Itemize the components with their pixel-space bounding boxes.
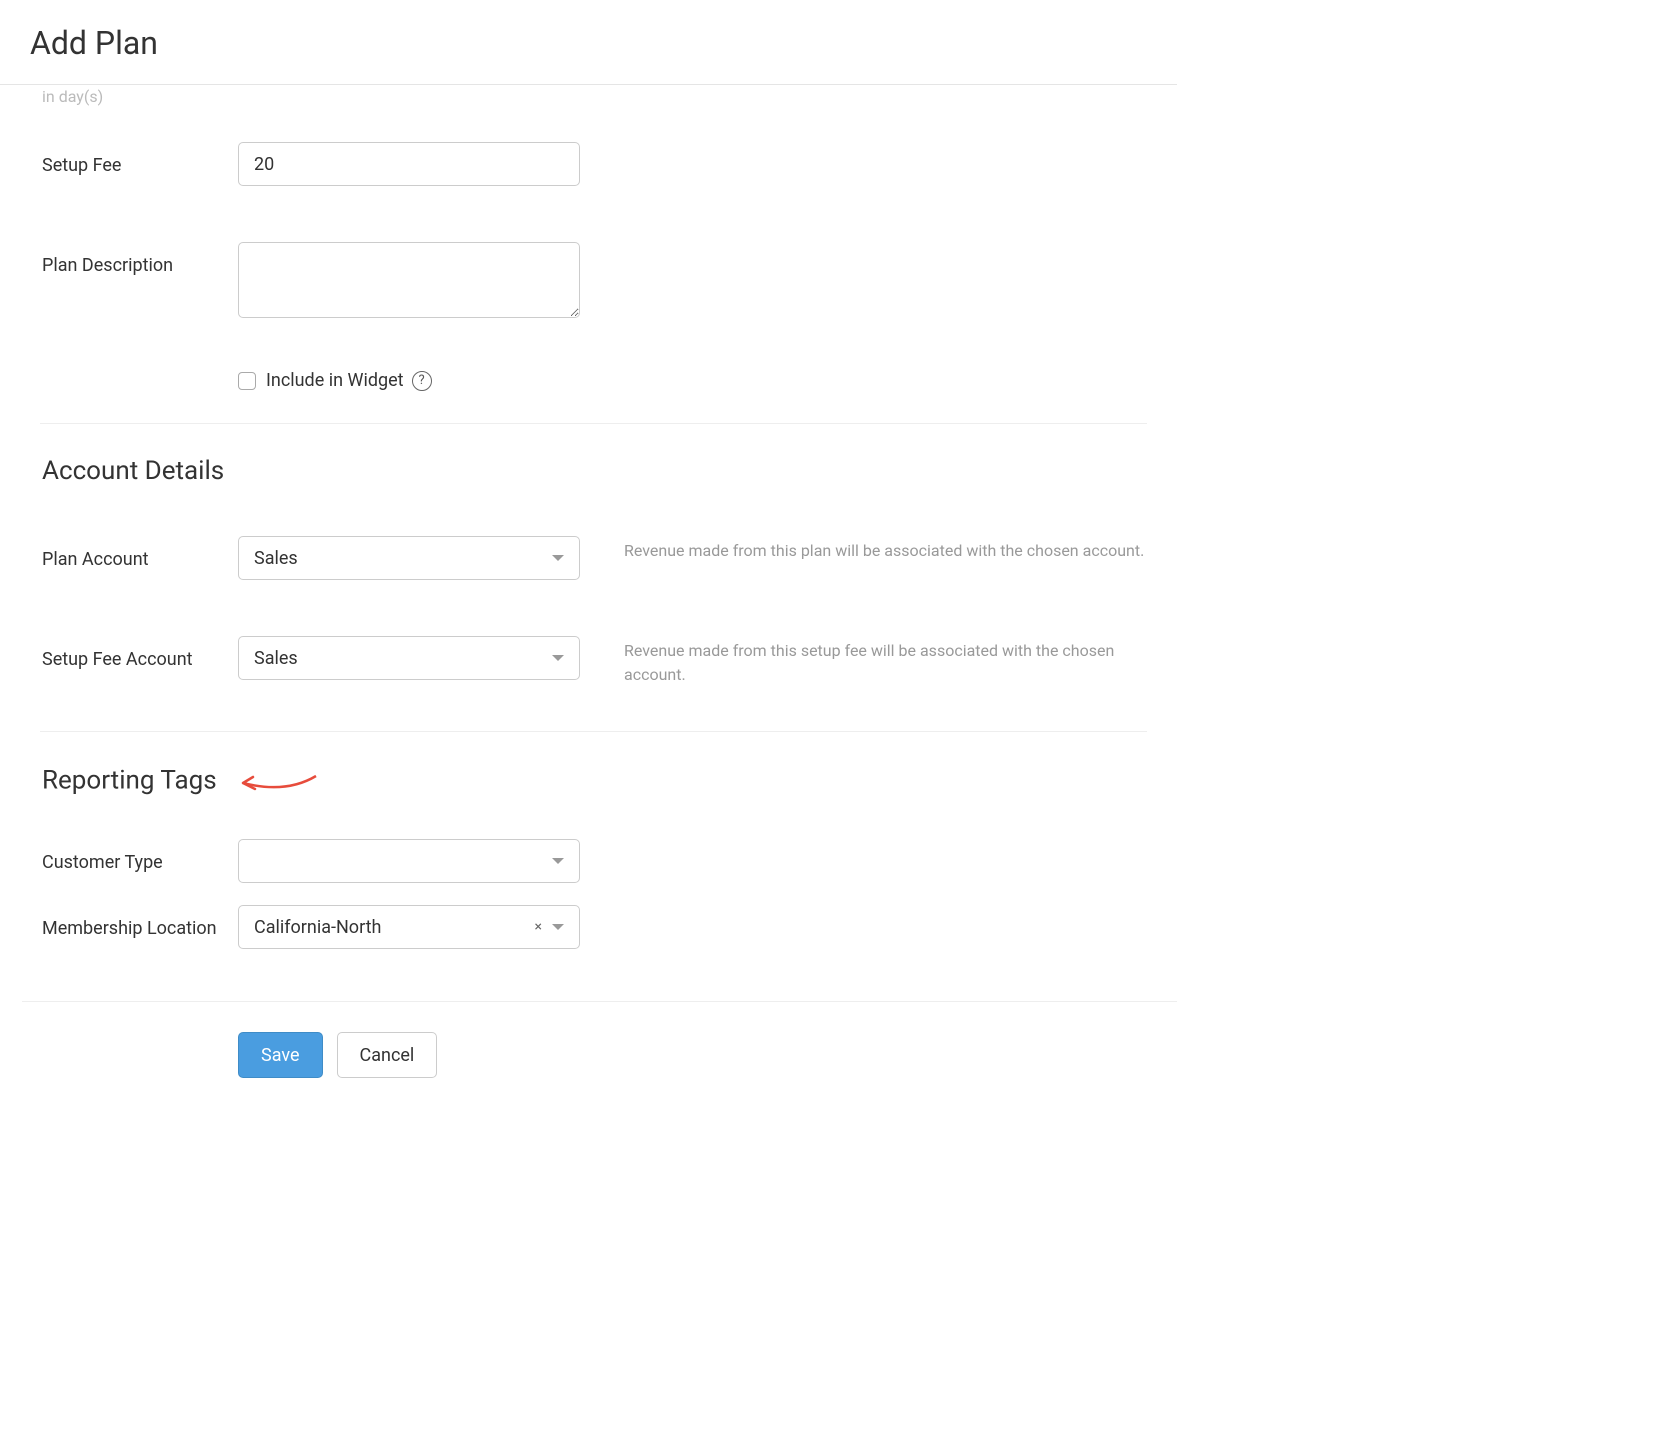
chevron-down-icon: [552, 924, 564, 930]
setup-fee-account-select[interactable]: Sales: [238, 636, 580, 680]
setup-fee-account-value: Sales: [254, 648, 552, 669]
page-title: Add Plan: [30, 24, 1147, 62]
plan-description-label: Plan Description: [42, 242, 238, 279]
setup-fee-input[interactable]: [238, 142, 580, 186]
reporting-tags-heading-text: Reporting Tags: [42, 765, 217, 795]
plan-account-select[interactable]: Sales: [238, 536, 580, 580]
setup-fee-account-hint: Revenue made from this setup fee will be…: [580, 636, 1147, 687]
divider: [40, 423, 1147, 424]
plan-account-value: Sales: [254, 548, 552, 569]
divider: [22, 1001, 1177, 1002]
customer-type-label: Customer Type: [42, 839, 238, 876]
divider: [40, 731, 1147, 732]
chevron-down-icon: [552, 858, 564, 864]
chevron-down-icon: [552, 655, 564, 661]
customer-type-select[interactable]: [238, 839, 580, 883]
membership-location-select[interactable]: California-North ×: [238, 905, 580, 949]
cancel-button[interactable]: Cancel: [337, 1032, 438, 1078]
footer-actions: Save Cancel: [238, 1032, 1147, 1078]
plan-account-hint: Revenue made from this plan will be asso…: [580, 536, 1147, 563]
plan-description-textarea[interactable]: [238, 242, 580, 318]
account-details-heading: Account Details: [42, 456, 1147, 486]
membership-location-label: Membership Location: [42, 905, 238, 942]
save-button[interactable]: Save: [238, 1032, 323, 1078]
truncated-in-days: in day(s): [42, 85, 1147, 126]
clear-icon[interactable]: ×: [535, 919, 542, 935]
arrow-annotation-icon: [231, 770, 321, 805]
page-header: Add Plan: [0, 0, 1177, 85]
reporting-tags-heading: Reporting Tags: [42, 764, 1147, 799]
setup-fee-account-label: Setup Fee Account: [42, 636, 238, 673]
setup-fee-label: Setup Fee: [42, 142, 238, 179]
membership-location-value: California-North: [254, 917, 535, 938]
include-in-widget-label: Include in Widget: [266, 370, 404, 391]
chevron-down-icon: [552, 555, 564, 561]
include-in-widget-checkbox[interactable]: [238, 372, 256, 390]
plan-account-label: Plan Account: [42, 536, 238, 573]
help-icon[interactable]: ?: [412, 371, 432, 391]
